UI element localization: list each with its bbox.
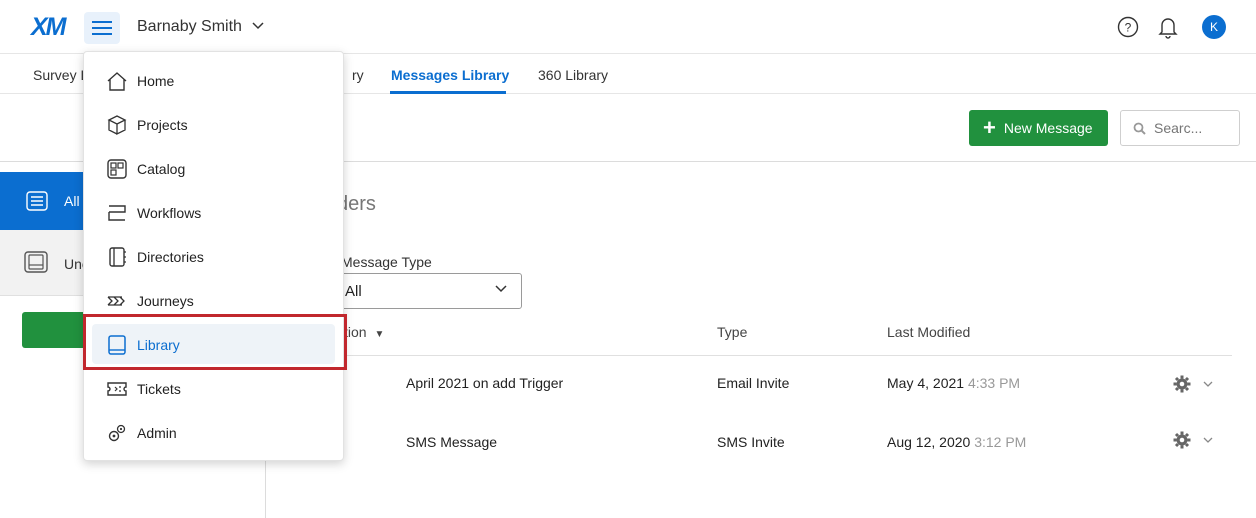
tickets-icon [107, 382, 127, 396]
projects-icon [107, 115, 127, 136]
navigation-menu: Home Projects Catalog Workflows Director… [83, 51, 344, 461]
svg-text:?: ? [1125, 21, 1132, 35]
home-icon [107, 72, 127, 91]
tab-graphics-library[interactable]: ry [352, 67, 364, 83]
plus-icon: + [983, 115, 996, 140]
message-type-cell: SMS Invite [717, 434, 785, 450]
inbox-icon [24, 251, 48, 273]
gear-icon[interactable] [1173, 375, 1191, 393]
modified-time: 3:12 PM [974, 434, 1027, 450]
message-name-cell[interactable]: April 2021 on add Trigger [406, 375, 563, 391]
gear-icon[interactable] [1173, 431, 1191, 449]
menu-item-tickets[interactable]: Tickets [84, 366, 343, 410]
tab-messages-library[interactable]: Messages Library [391, 67, 509, 83]
search-box[interactable] [1120, 110, 1240, 146]
new-message-label: New Message [1003, 120, 1093, 136]
menu-item-label: Admin [137, 425, 177, 441]
menu-item-workflows[interactable]: Workflows [84, 190, 343, 234]
filter-label: Message Type [341, 254, 432, 270]
column-header-description[interactable]: tion ▼ [344, 324, 384, 340]
user-name[interactable]: Barnaby Smith [137, 18, 242, 36]
menu-item-label: Catalog [137, 161, 186, 177]
sort-desc-icon: ▼ [374, 329, 385, 340]
menu-item-directories[interactable]: Directories [84, 234, 343, 278]
hamburger-icon [92, 21, 112, 35]
search-input[interactable] [1154, 120, 1234, 136]
column-header-last-modified[interactable]: Last Modified [887, 324, 970, 340]
directories-icon [109, 247, 126, 267]
journeys-icon [107, 296, 125, 306]
message-type-value: All [345, 282, 362, 300]
menu-item-label: Directories [137, 249, 204, 265]
catalog-icon [107, 159, 127, 179]
chevron-down-icon [495, 285, 507, 293]
table-header-divider [336, 355, 1232, 356]
chevron-down-icon[interactable] [252, 22, 264, 30]
chevron-down-icon[interactable] [1203, 437, 1213, 444]
menu-item-label: Projects [137, 117, 188, 133]
menu-item-label: Workflows [137, 205, 202, 221]
menu-item-home[interactable]: Home [84, 58, 343, 102]
message-type-cell: Email Invite [717, 375, 790, 391]
list-icon [26, 191, 48, 211]
tab-survey-library[interactable]: Survey L [33, 67, 88, 83]
xm-logo[interactable]: XM [31, 13, 66, 42]
menu-item-label: Journeys [137, 293, 194, 309]
search-icon [1133, 122, 1146, 135]
avatar[interactable]: K [1202, 15, 1226, 39]
menu-item-admin[interactable]: Admin [84, 410, 343, 454]
last-modified-cell: Aug 12, 2020 3:12 PM [887, 434, 1026, 450]
message-type-select[interactable]: All [336, 273, 522, 309]
menu-item-label: Tickets [137, 381, 181, 397]
menu-item-label: Home [137, 73, 175, 89]
chevron-down-icon[interactable] [1203, 381, 1213, 388]
modified-date: Aug 12, 2020 [887, 434, 971, 450]
modified-time: 4:33 PM [967, 375, 1021, 391]
tab-360-library[interactable]: 360 Library [538, 67, 608, 83]
modified-date: May 4, 2021 [887, 375, 965, 391]
last-modified-cell: May 4, 2021 4:33 PM [887, 375, 1020, 391]
column-header-description-label: tion [344, 324, 367, 340]
admin-icon [108, 424, 126, 442]
library-highlight-annotation [83, 314, 347, 370]
column-header-type[interactable]: Type [717, 324, 747, 340]
new-message-button[interactable]: + New Message [969, 110, 1108, 146]
help-icon[interactable]: ? [1117, 16, 1139, 38]
bell-icon[interactable] [1157, 15, 1179, 39]
menu-item-catalog[interactable]: Catalog [84, 146, 343, 190]
message-name-cell[interactable]: SMS Message [406, 434, 497, 450]
menu-item-projects[interactable]: Projects [84, 102, 343, 146]
folder-all-label: All [64, 193, 80, 209]
workflows-icon [108, 205, 126, 221]
menu-toggle-button[interactable] [84, 12, 120, 44]
top-bar: XM Barnaby Smith ? K [0, 0, 1256, 54]
